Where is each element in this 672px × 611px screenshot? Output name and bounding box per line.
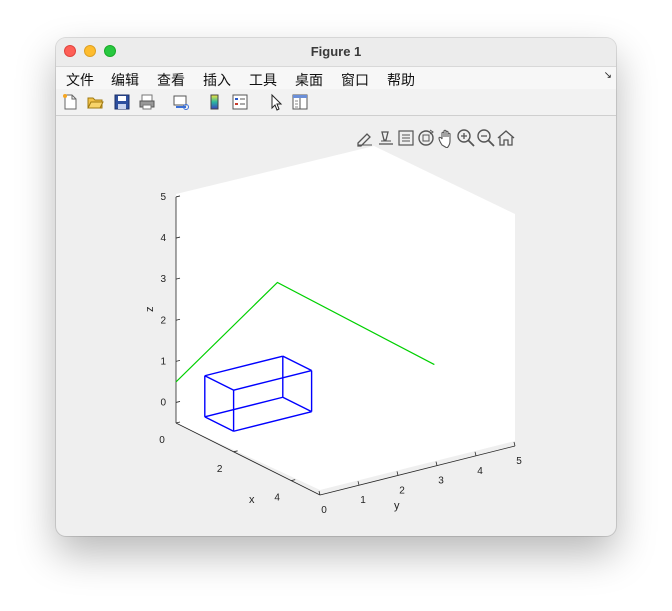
figure-window: Figure 1 文件 编辑 查看 插入 工具 桌面 窗口 帮助 ↘ 0 1 2… — [56, 38, 616, 536]
menu-help[interactable]: 帮助 — [387, 70, 415, 90]
menu-edit[interactable]: 编辑 — [111, 70, 139, 90]
y-tick-label: 4 — [477, 466, 483, 477]
x-tick-label: 4 — [274, 493, 280, 504]
menu-file[interactable]: 文件 — [66, 70, 94, 90]
y-tick-label: 0 — [321, 505, 327, 516]
menu-desktop[interactable]: 桌面 — [295, 70, 323, 90]
y-tick-mark — [357, 481, 360, 486]
x-tick-label: 0 — [159, 435, 165, 446]
x-tick-mark — [291, 479, 296, 481]
figure-toolbar — [56, 89, 616, 116]
y-tick-label: 5 — [516, 456, 522, 467]
z-tick-label: 2 — [160, 315, 166, 326]
z-tick-label: 1 — [160, 356, 166, 367]
x-axis-label: x — [249, 494, 255, 506]
y-tick-mark — [513, 441, 516, 447]
link-plot-icon[interactable] — [172, 93, 190, 111]
y-axis-label: y — [394, 500, 400, 512]
y-tick-mark — [474, 451, 477, 456]
z-tick-label: 4 — [160, 233, 166, 244]
title-bar: Figure 1 — [56, 38, 616, 67]
x-tick-mark — [233, 450, 238, 453]
save-icon[interactable] — [113, 93, 131, 111]
edit-plot-pointer-icon[interactable] — [267, 93, 285, 111]
plot-axes[interactable]: 0 1 2 3 4 5 0 2 4 0 1 2 3 4 5 x y z — [56, 116, 616, 536]
z-axis-label: z — [144, 307, 156, 313]
menu-window[interactable]: 窗口 — [341, 70, 369, 90]
x-tick-label: 2 — [217, 464, 223, 475]
z-tick-label: 0 — [160, 397, 166, 408]
print-icon[interactable] — [138, 93, 156, 111]
y-tick-label: 1 — [360, 495, 366, 506]
menu-tools[interactable]: 工具 — [249, 70, 277, 90]
insert-legend-icon[interactable] — [231, 93, 249, 111]
menu-view[interactable]: 查看 — [157, 70, 185, 90]
menu-insert[interactable]: 插入 — [203, 70, 231, 90]
y-tick-label: 2 — [399, 485, 405, 496]
z-tick-label: 3 — [160, 274, 166, 285]
window-title: Figure 1 — [310, 44, 362, 59]
property-inspector-icon[interactable] — [291, 93, 309, 111]
menu-bar: 文件 编辑 查看 插入 工具 桌面 窗口 帮助 ↘ — [56, 67, 616, 90]
insert-colorbar-icon[interactable] — [206, 93, 224, 111]
y-tick-label: 3 — [438, 476, 444, 487]
dock-arrow-icon[interactable]: ↘ — [604, 70, 612, 81]
y-tick-mark — [435, 461, 438, 466]
open-file-icon[interactable] — [86, 93, 104, 111]
new-figure-icon[interactable] — [61, 93, 79, 111]
y-tick-mark — [396, 471, 399, 476]
z-tick-label: 5 — [160, 192, 166, 203]
